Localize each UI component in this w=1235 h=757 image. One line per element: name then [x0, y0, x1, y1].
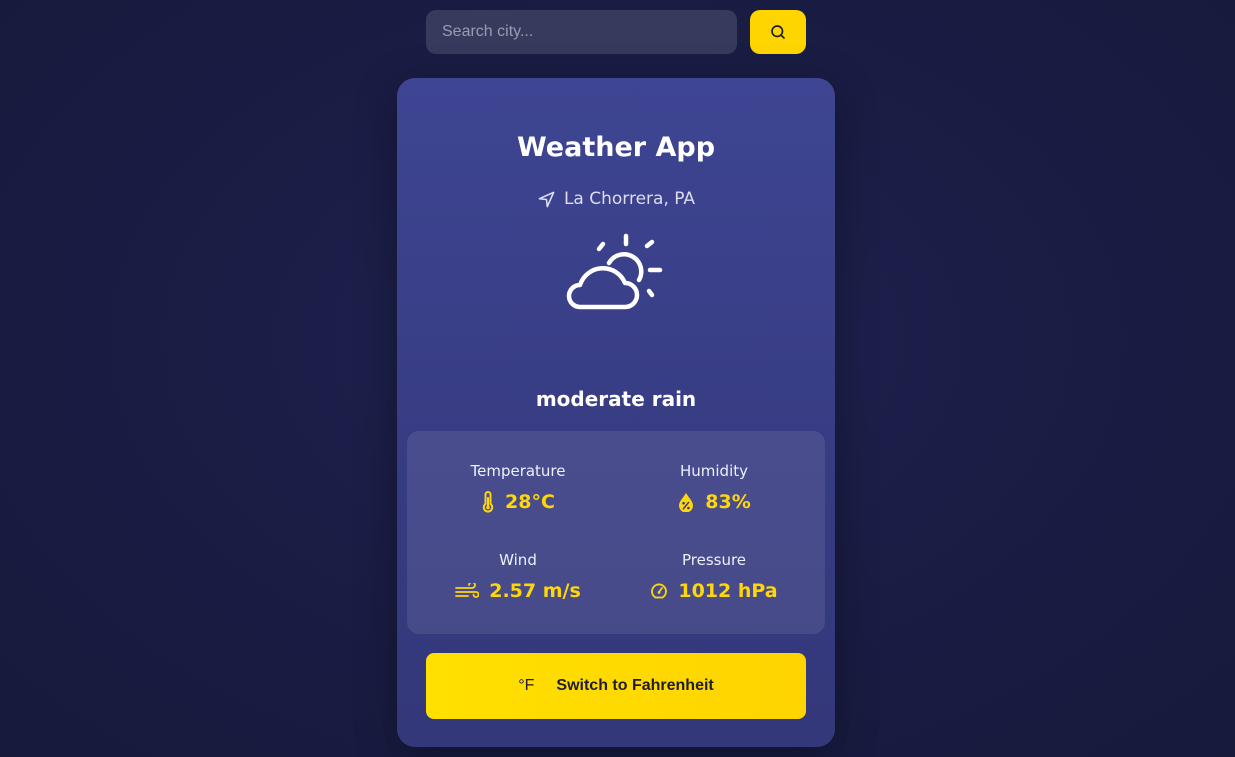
switch-unit-button[interactable]: °F Switch to Fahrenheit: [426, 653, 806, 719]
temperature-label: Temperature: [470, 462, 566, 480]
fahrenheit-icon: °F: [518, 677, 535, 694]
stat-temperature: Temperature 28°C: [418, 461, 618, 515]
app-title: Weather App: [516, 132, 716, 163]
humidity-value: 83%: [705, 491, 751, 513]
search-icon: [769, 23, 787, 41]
stat-pressure: Pressure 1012 hPa: [614, 550, 814, 604]
humidity-label: Humidity: [679, 462, 748, 480]
humidity-drop-icon: [677, 492, 695, 512]
search-bar: [426, 10, 806, 54]
location-name: La Chorrera, PA: [563, 189, 696, 209]
location: La Chorrera, PA: [397, 188, 835, 210]
switch-unit-label: Switch to Fahrenheit: [556, 677, 714, 694]
gauge-icon: [650, 582, 668, 600]
stat-wind: Wind 2.57 m/s: [418, 550, 618, 604]
search-input[interactable]: [426, 10, 737, 54]
wind-label: Wind: [499, 551, 537, 569]
temperature-value: 28°C: [505, 491, 555, 513]
pressure-label: Pressure: [681, 551, 747, 569]
thermometer-icon: [481, 491, 495, 513]
pressure-value: 1012 hPa: [678, 580, 778, 602]
wind-value: 2.57 m/s: [489, 580, 581, 602]
weather-description: moderate rain: [535, 387, 697, 411]
navigation-arrow-icon: [537, 190, 556, 209]
wind-icon: [455, 583, 480, 599]
weather-card: Weather App La Chorrera, PA moderate rai…: [397, 78, 835, 747]
stats-panel: Temperature 28°C Humidity 83% Wind 2.57 …: [407, 431, 825, 634]
stat-humidity: Humidity 83%: [614, 461, 814, 515]
search-button[interactable]: [750, 10, 806, 54]
partly-cloudy-icon: [566, 232, 666, 314]
